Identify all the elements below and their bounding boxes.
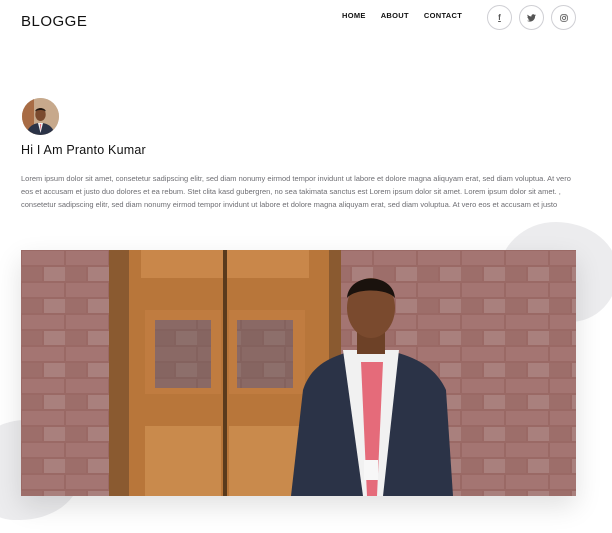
- instagram-button[interactable]: [551, 5, 576, 30]
- nav-home-link[interactable]: HOME: [342, 11, 366, 20]
- bio-paragraph: Lorem ipsum dolor sit amet, consetetur s…: [21, 174, 571, 210]
- instagram-icon: [559, 13, 568, 22]
- facebook-button[interactable]: f: [487, 5, 512, 30]
- facebook-icon: f: [498, 13, 501, 22]
- main-nav: HOME ABOUT CONTACT: [342, 11, 462, 20]
- twitter-icon: [527, 13, 536, 22]
- site-logo[interactable]: BLOGGE: [21, 13, 87, 30]
- nav-contact-link[interactable]: CONTACT: [424, 11, 462, 20]
- avatar: [22, 98, 59, 135]
- nav-about-link[interactable]: ABOUT: [381, 11, 409, 20]
- page-title: Hi I Am Pranto Kumar: [21, 143, 146, 157]
- hero-photo: [21, 250, 576, 496]
- twitter-button[interactable]: [519, 5, 544, 30]
